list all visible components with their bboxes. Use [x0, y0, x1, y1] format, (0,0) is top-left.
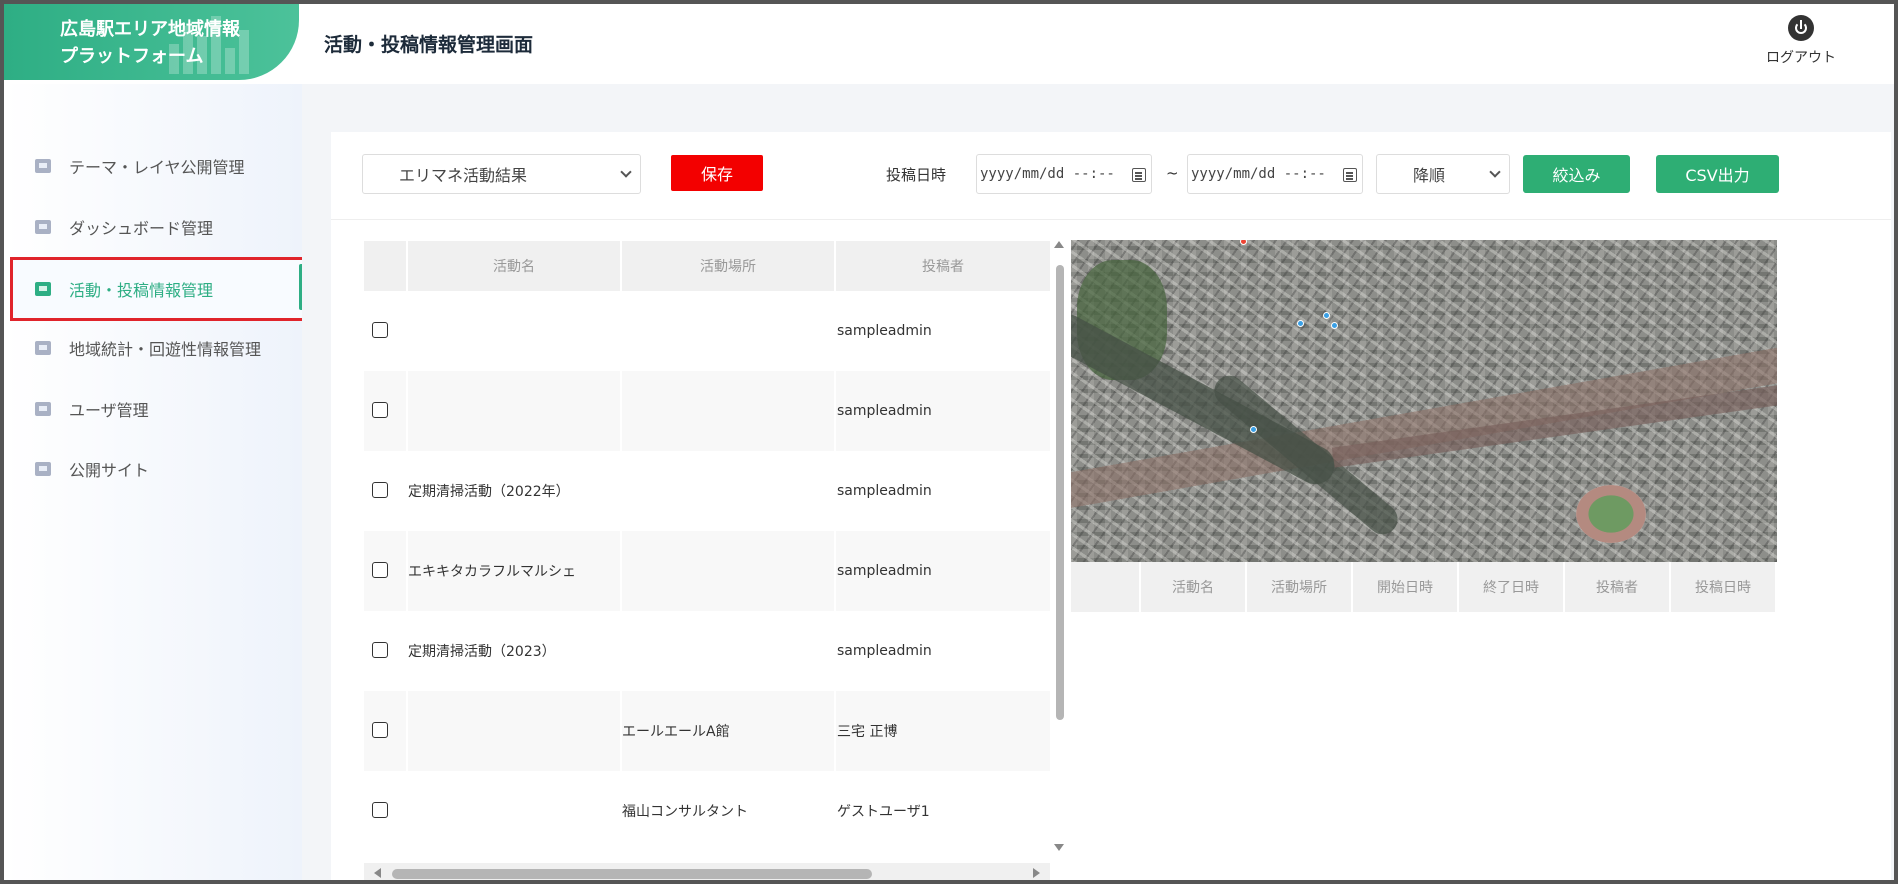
cell-poster: 三宅 正博 — [837, 724, 898, 740]
sidebar-item-label: 活動・投稿情報管理 — [69, 281, 214, 300]
date-to-input[interactable]: yyyy/mm/dd --:-- — [1187, 154, 1363, 194]
map-marker-icon[interactable] — [1331, 322, 1338, 329]
table-horizontal-scrollbar[interactable] — [364, 863, 1050, 880]
sidebar-item-activity-posts[interactable]: 活動・投稿情報管理 — [10, 257, 313, 321]
column-header-post-datetime[interactable]: 投稿日時 — [1669, 562, 1775, 612]
column-header-activity-place[interactable]: 活動場所 — [620, 241, 834, 291]
logout-label[interactable]: ログアウト — [1756, 47, 1846, 67]
cell-poster: sampleadmin — [837, 643, 932, 659]
table-row[interactable]: エールエールA館 三宅 正博 — [364, 691, 1050, 771]
map-stadium — [1576, 485, 1646, 543]
cell-poster: sampleadmin — [837, 483, 932, 499]
sidebar-item-label: 地域統計・回遊性情報管理 — [69, 340, 262, 359]
sidebar-item-dashboard[interactable]: ダッシュボード管理 — [10, 197, 313, 257]
table-header: 活動名 活動場所 投稿者 — [364, 241, 1050, 291]
filter-button[interactable]: 絞込み — [1523, 155, 1630, 193]
scrollbar-thumb[interactable] — [392, 869, 872, 879]
cell-activity-name: エキキタカラフルマルシェ — [408, 564, 576, 580]
map-results-table-header: 活動名 活動場所 開始日時 終了日時 投稿者 投稿日時 — [1071, 562, 1775, 612]
column-header-start-datetime[interactable]: 開始日時 — [1351, 562, 1457, 612]
cell-activity-name: 定期清掃活動（2023） — [408, 644, 556, 660]
row-checkbox[interactable] — [372, 722, 388, 738]
post-icon — [35, 282, 51, 296]
table-row[interactable]: 福山コンサルタント ゲストユーザ1 — [364, 771, 1050, 851]
cell-activity-name: 定期清掃活動（2022年） — [408, 484, 570, 500]
logout-button[interactable]: ログアウト — [1756, 15, 1846, 67]
chevron-down-icon — [1489, 166, 1501, 178]
scroll-right-arrow-icon[interactable] — [1033, 868, 1040, 878]
date-range-separator: ~ — [1166, 164, 1179, 182]
scroll-down-arrow-icon[interactable] — [1054, 844, 1064, 851]
cell-activity-place: エールエールA館 — [622, 724, 730, 740]
map-marker-icon[interactable] — [1240, 240, 1247, 245]
aerial-map[interactable] — [1071, 240, 1777, 562]
category-select[interactable]: エリマネ活動結果 — [362, 154, 641, 194]
header: 広島駅エリア地域情報 プラットフォーム 活動・投稿情報管理画面 ログアウト — [4, 4, 1894, 84]
row-checkbox[interactable] — [372, 562, 388, 578]
table-vertical-scrollbar[interactable] — [1052, 241, 1066, 859]
sort-order-select[interactable]: 降順 — [1376, 154, 1510, 194]
sidebar-item-label: ダッシュボード管理 — [69, 219, 214, 238]
calendar-icon[interactable] — [1132, 168, 1146, 182]
sidebar-item-label: テーマ・レイヤ公開管理 — [69, 158, 245, 177]
brand-logo[interactable]: 広島駅エリア地域情報 プラットフォーム — [4, 4, 299, 80]
map-railway — [1331, 382, 1777, 468]
save-button[interactable]: 保存 — [671, 155, 763, 191]
map-marker-icon[interactable] — [1297, 320, 1304, 327]
user-icon — [35, 402, 51, 416]
sidebar-item-users[interactable]: ユーザ管理 — [10, 379, 313, 439]
category-select-value: エリマネ活動結果 — [399, 166, 528, 185]
dashboard-icon — [35, 220, 51, 234]
sidebar-item-theme-layer[interactable]: テーマ・レイヤ公開管理 — [10, 136, 313, 196]
column-header-activity-place[interactable]: 活動場所 — [1245, 562, 1351, 612]
date-from-input[interactable]: yyyy/mm/dd --:-- — [976, 154, 1152, 194]
sort-order-value: 降順 — [1413, 166, 1446, 185]
column-header-poster[interactable]: 投稿者 — [1563, 562, 1669, 612]
scrollbar-thumb[interactable] — [1056, 265, 1064, 720]
sidebar-item-label: 公開サイト — [69, 461, 150, 480]
column-header-activity-name[interactable]: 活動名 — [406, 241, 620, 291]
map-marker-icon[interactable] — [1323, 312, 1330, 319]
page-title: 活動・投稿情報管理画面 — [324, 34, 534, 56]
chevron-down-icon — [620, 166, 632, 178]
scroll-left-arrow-icon[interactable] — [374, 868, 381, 878]
app-window: 広島駅エリア地域情報 プラットフォーム 活動・投稿情報管理画面 ログアウト テー… — [0, 0, 1898, 884]
stats-icon — [35, 341, 51, 355]
scroll-up-arrow-icon[interactable] — [1054, 241, 1064, 248]
cell-poster: sampleadmin — [837, 563, 932, 579]
map-marker-icon[interactable] — [1250, 426, 1257, 433]
table-row[interactable]: sampleadmin — [364, 371, 1050, 451]
row-checkbox[interactable] — [372, 482, 388, 498]
table-row[interactable]: エキキタカラフルマルシェ sampleadmin — [364, 531, 1050, 611]
cell-poster: sampleadmin — [837, 323, 932, 339]
brand-skyline-graphic — [169, 14, 259, 74]
power-icon[interactable] — [1788, 15, 1814, 41]
site-icon — [35, 462, 51, 476]
row-checkbox[interactable] — [372, 642, 388, 658]
cell-poster: sampleadmin — [837, 403, 932, 419]
cell-activity-place: 福山コンサルタント — [622, 804, 748, 820]
sidebar-item-regional-stats[interactable]: 地域統計・回遊性情報管理 — [10, 318, 313, 378]
row-checkbox[interactable] — [372, 402, 388, 418]
sidebar-item-public-site[interactable]: 公開サイト — [10, 439, 313, 499]
post-date-label: 投稿日時 — [886, 166, 947, 184]
date-to-value: yyyy/mm/dd --:-- — [1191, 166, 1326, 182]
column-header-poster[interactable]: 投稿者 — [834, 241, 1050, 291]
column-header-activity-name[interactable]: 活動名 — [1139, 562, 1245, 612]
layer-icon — [35, 159, 51, 173]
table-row[interactable]: 定期清掃活動（2023） sampleadmin — [364, 611, 1050, 691]
row-checkbox[interactable] — [372, 802, 388, 818]
toolbar-divider — [331, 219, 1891, 220]
table-row[interactable]: 定期清掃活動（2022年） sampleadmin — [364, 451, 1050, 531]
sidebar-item-label: ユーザ管理 — [69, 401, 149, 420]
csv-export-button[interactable]: CSV出力 — [1656, 155, 1779, 193]
calendar-icon[interactable] — [1343, 168, 1357, 182]
row-checkbox[interactable] — [372, 322, 388, 338]
cell-poster: ゲストユーザ1 — [837, 804, 930, 820]
date-from-value: yyyy/mm/dd --:-- — [980, 166, 1115, 182]
table-row[interactable]: sampleadmin — [364, 291, 1050, 371]
column-header-end-datetime[interactable]: 終了日時 — [1457, 562, 1563, 612]
